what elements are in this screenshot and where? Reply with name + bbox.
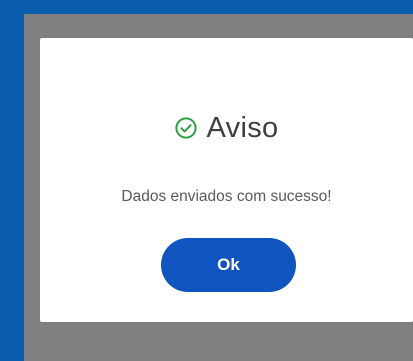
dialog-title: Aviso: [206, 112, 279, 144]
app-background-left: [0, 0, 24, 361]
check-circle-icon: [174, 117, 197, 139]
dialog-header: Aviso: [40, 110, 413, 146]
dialog-message: Dados enviados com sucesso!: [121, 188, 332, 205]
alert-dialog: Aviso Dados enviados com sucesso! Ok: [40, 38, 413, 322]
ok-button[interactable]: Ok: [161, 238, 296, 292]
app-background-top: [24, 0, 413, 14]
